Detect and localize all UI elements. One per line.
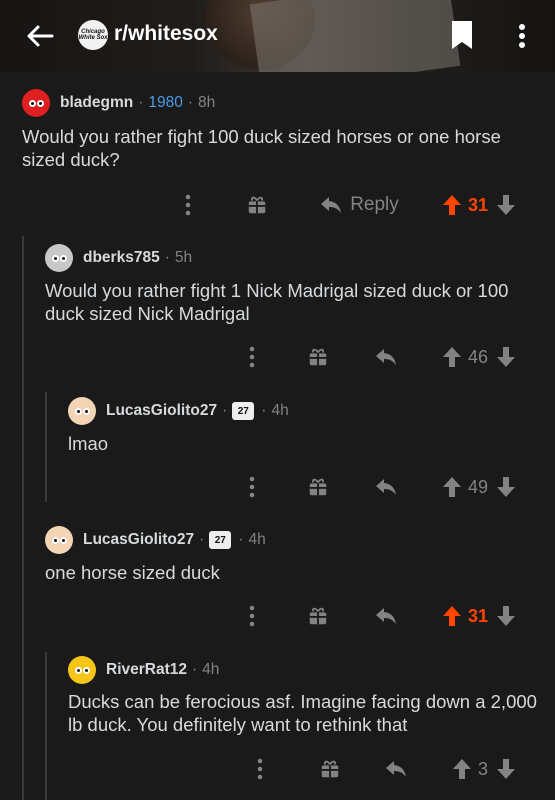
vote-controls: 49 [442, 472, 534, 502]
comment-actions: Reply 31 [0, 190, 555, 220]
comment-age: 4h [248, 531, 266, 548]
comment-actions: 46 [0, 342, 555, 372]
vote-score: 3 [478, 758, 489, 779]
comment-body: Would you rather fight 100 duck sized ho… [22, 126, 501, 170]
comment-meta: bladegmn · 1980 · 8h [22, 89, 215, 117]
award-button[interactable] [305, 342, 331, 372]
reply-button[interactable] [372, 472, 400, 502]
vote-controls: 46 [442, 342, 534, 372]
award-button[interactable] [317, 754, 343, 784]
more-options-button[interactable] [510, 20, 534, 52]
jersey-flair-icon: 27 [232, 402, 255, 420]
comment-body: Would you rather fight 1 Nick Madrigal s… [45, 280, 509, 324]
vote-score: 31 [468, 194, 489, 215]
more-button[interactable] [244, 342, 260, 372]
reply-icon [374, 475, 398, 499]
gift-icon [246, 194, 268, 216]
user-flair: 1980 [148, 94, 183, 111]
comment-actions: 31 [0, 601, 555, 631]
comment-age: 4h [271, 402, 289, 419]
comment-meta: dberks785 · 5h [45, 244, 192, 272]
thread-line[interactable] [22, 236, 24, 800]
avatar[interactable] [45, 526, 73, 554]
vote-score: 31 [468, 605, 489, 626]
comment-meta: RiverRat12 · 4h [68, 656, 219, 684]
comment-age: 5h [174, 249, 193, 266]
comment-author[interactable]: LucasGiolito27 [83, 531, 194, 549]
upvote-icon[interactable] [442, 345, 462, 369]
downvote-icon[interactable] [496, 345, 516, 369]
comment-author[interactable]: dberks785 [83, 249, 160, 267]
subreddit-icon[interactable]: Chicago White Sox [78, 20, 108, 50]
upvote-icon[interactable] [442, 604, 462, 628]
bookmark-icon [452, 21, 472, 49]
more-icon [183, 193, 193, 217]
reply-icon [374, 345, 398, 369]
award-button[interactable] [305, 472, 331, 502]
upvote-icon[interactable] [442, 475, 462, 499]
downvote-icon[interactable] [496, 604, 516, 628]
vote-score: 49 [468, 476, 489, 497]
subreddit-header: Chicago White Sox r/whitesox [0, 0, 555, 72]
bookmark-button[interactable] [446, 17, 478, 53]
reply-icon [374, 604, 398, 628]
vote-score: 46 [468, 346, 489, 367]
comment-age: 8h [198, 94, 216, 111]
reply-button[interactable] [372, 342, 400, 372]
comment-age: 4h [202, 661, 220, 678]
comment-actions: 49 [0, 472, 555, 502]
reply-button[interactable] [382, 754, 410, 784]
reply-button[interactable]: Reply [314, 190, 404, 220]
reply-button[interactable] [372, 601, 400, 631]
gift-icon [307, 605, 329, 627]
downvote-icon[interactable] [496, 193, 516, 217]
gift-icon [307, 346, 329, 368]
comment-body: one horse sized duck [45, 562, 220, 583]
upvote-icon[interactable] [442, 193, 462, 217]
comment-author[interactable]: LucasGiolito27 [106, 402, 217, 420]
more-button[interactable] [252, 754, 268, 784]
more-button[interactable] [180, 190, 196, 220]
reply-icon [319, 193, 343, 217]
comment-meta: LucasGiolito27 · 27 · 4h [45, 526, 266, 554]
more-vert-icon [519, 24, 525, 48]
comment-author[interactable]: RiverRat12 [106, 661, 187, 679]
avatar[interactable] [22, 89, 50, 117]
vote-controls: 3 [452, 754, 534, 784]
award-button[interactable] [305, 601, 331, 631]
more-button[interactable] [244, 601, 260, 631]
jersey-flair-icon: 27 [209, 531, 232, 549]
avatar[interactable] [68, 656, 96, 684]
comment-author[interactable]: bladegmn [60, 94, 133, 112]
more-icon [247, 345, 257, 369]
subreddit-name[interactable]: r/whitesox [114, 22, 218, 46]
comment-body: lmao [68, 433, 109, 454]
avatar[interactable] [68, 397, 96, 425]
downvote-icon[interactable] [496, 757, 516, 781]
award-button[interactable] [244, 190, 270, 220]
more-icon [247, 475, 257, 499]
comment-meta: LucasGiolito27 · 27 · 4h [68, 397, 289, 425]
reply-icon [384, 757, 408, 781]
arrow-left-icon [27, 25, 54, 47]
gift-icon [319, 758, 341, 780]
more-icon [255, 757, 265, 781]
downvote-icon[interactable] [496, 475, 516, 499]
comment-body: Ducks can be ferocious asf. Imagine faci… [68, 691, 537, 735]
gift-icon [307, 476, 329, 498]
comment-actions: 3 [0, 754, 555, 784]
back-button[interactable] [22, 18, 58, 54]
avatar[interactable] [45, 244, 73, 272]
more-button[interactable] [244, 472, 260, 502]
vote-controls: 31 [442, 601, 534, 631]
vote-controls: 31 [442, 190, 534, 220]
upvote-icon[interactable] [452, 757, 472, 781]
more-icon [247, 604, 257, 628]
